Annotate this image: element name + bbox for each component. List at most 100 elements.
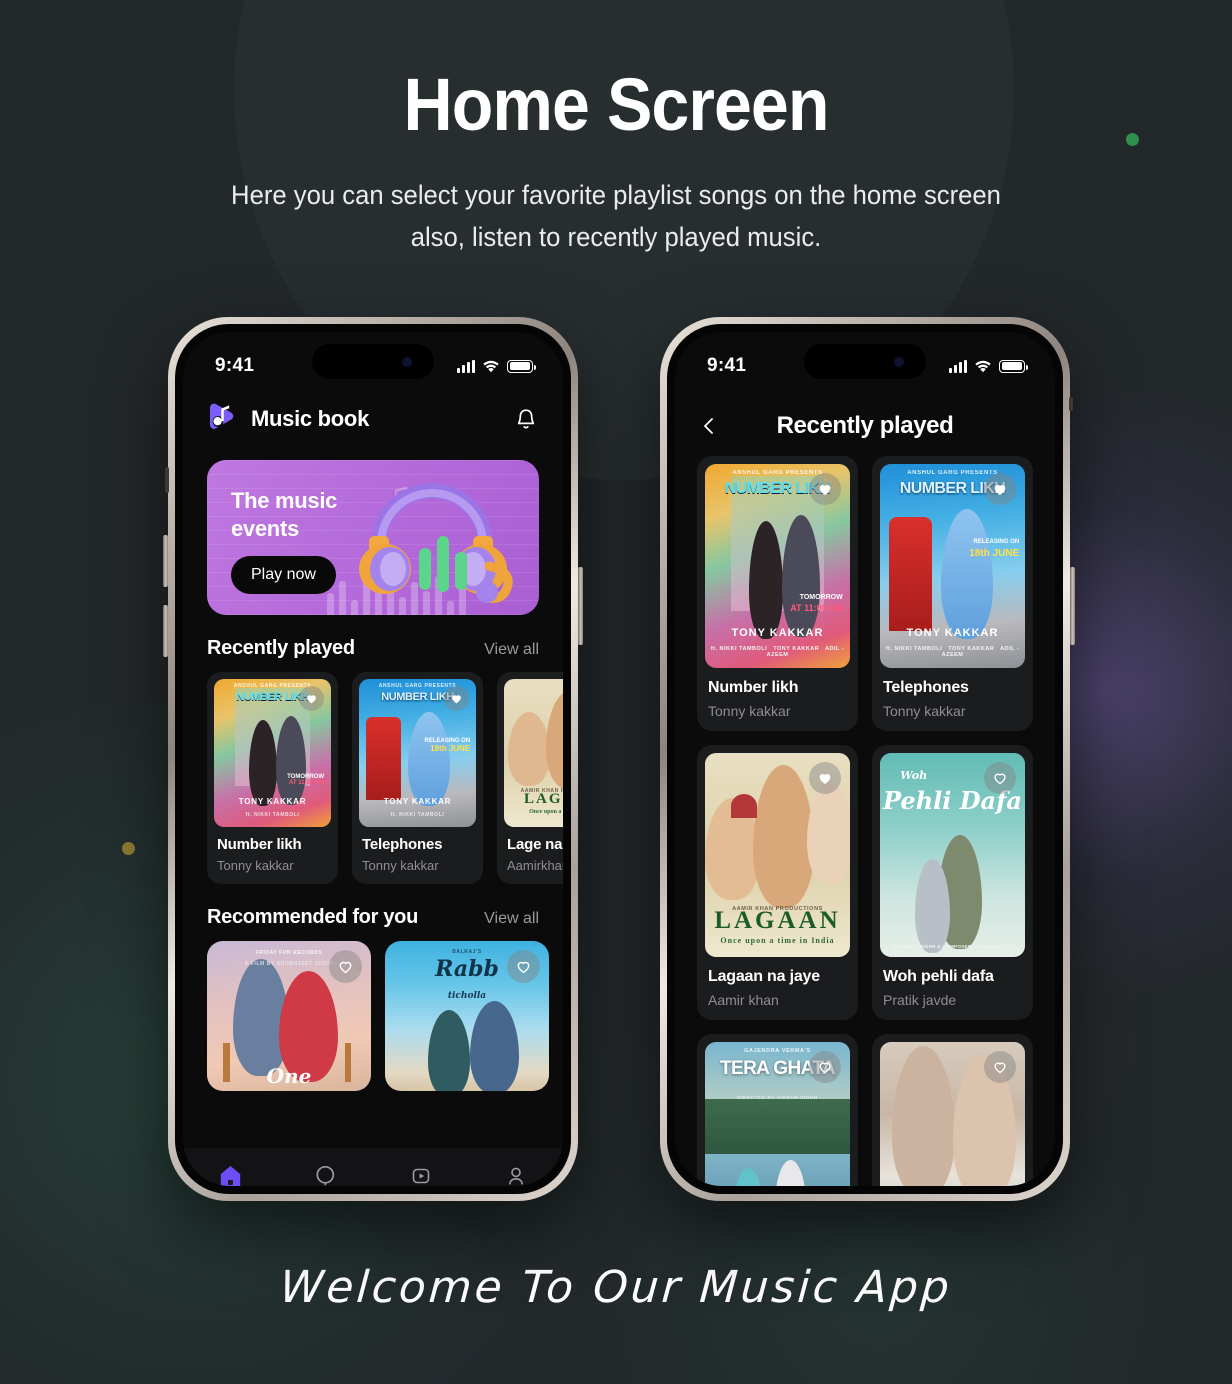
table-row[interactable]: Woh Pehli Dafa WRITER, SINGER & COMPOSER…	[872, 745, 1033, 1020]
status-time: 9:41	[707, 355, 747, 376]
bottom-tab-bar: Home Search My Libary	[183, 1148, 563, 1186]
page-title: Home Screen	[403, 63, 829, 146]
like-button[interactable]	[984, 762, 1016, 794]
song-title: Telephones	[883, 679, 969, 696]
like-button[interactable]	[329, 950, 362, 983]
album-art-number-likh: ANSHUL GARG PRESENTS NUMBER LIKH TONY KA…	[705, 464, 850, 668]
phone-mockup-recently-played: 9:41 Recently played ANSHUL GARG PRESENT…	[660, 317, 1075, 1201]
page-description: Here you can select your favorite playli…	[231, 180, 1001, 252]
album-art-ve-sohneya: PARAM SINGH'S VE SOHNEYA	[880, 1042, 1025, 1186]
like-button[interactable]	[299, 686, 324, 711]
section-header-recently-played: Recently played View all	[183, 615, 563, 660]
album-art-telephones: NUMBER LIKH ANSHUL GARG PRESENTS TONY KA…	[359, 679, 476, 827]
screen-header: Recently played	[675, 386, 1055, 444]
status-bar-right: 9:41	[675, 332, 1055, 386]
song-artist: Aamir khan	[708, 992, 779, 1008]
music-note-logo-icon	[207, 402, 238, 436]
volume-down-button-left[interactable]	[163, 605, 168, 657]
play-now-button[interactable]: Play now	[231, 556, 336, 594]
status-icons	[457, 359, 536, 373]
home-app-content: Music book ♫ The music events Play now R…	[183, 386, 563, 1186]
banner-title-line2: events	[231, 516, 299, 541]
power-button-right[interactable]	[1070, 567, 1075, 645]
battery-icon	[999, 359, 1028, 373]
like-button[interactable]	[809, 762, 841, 794]
list-item[interactable]: NUMBER LIKH ANSHUL GARG PRESENTS TONY KA…	[352, 672, 483, 884]
status-bar-left: 9:41	[183, 332, 563, 386]
song-artist: Tonny kakkar	[217, 858, 294, 873]
tab-my-library[interactable]: My Libary	[373, 1163, 468, 1186]
gold-accent-dot	[122, 842, 135, 855]
bell-icon[interactable]	[515, 407, 537, 431]
page-title: Recently played	[776, 412, 954, 439]
promo-banner[interactable]: ♫ The music events Play now	[207, 460, 539, 615]
like-button[interactable]	[444, 686, 469, 711]
recently-played-screen: 9:41 Recently played ANSHUL GARG PRESENT…	[675, 332, 1055, 1186]
table-row[interactable]: GAJENDRA VERMA'S TERA GHATA DIRECTED BY …	[697, 1034, 858, 1186]
headphones-3d-icon	[359, 483, 513, 603]
app-header: Music book	[183, 386, 563, 436]
banner-text: The music events Play now	[231, 487, 337, 594]
status-time: 9:41	[215, 355, 255, 376]
song-artist: Aamirkhan	[507, 858, 563, 873]
power-button-left[interactable]	[578, 567, 583, 645]
table-row[interactable]: ANSHUL GARG PRESENTS NUMBER LIKH TONY KA…	[872, 456, 1033, 731]
silent-switch-right[interactable]	[1069, 397, 1073, 411]
tab-home[interactable]: Home	[183, 1163, 278, 1186]
like-button[interactable]	[809, 473, 841, 505]
list-item[interactable]: LAGAAN Once upon a time in India AAMIR K…	[497, 672, 563, 884]
section-title: Recommended for you	[207, 906, 418, 928]
song-artist: Tonny kakkar	[708, 703, 791, 719]
status-icons	[949, 359, 1028, 373]
song-title: Woh pehli dafa	[883, 968, 994, 985]
song-title: Number likh	[217, 836, 302, 853]
list-item[interactable]: NUMBER LIKH ANSHUL GARG PRESENTS TONY KA…	[207, 672, 338, 884]
dynamic-island	[312, 344, 434, 379]
home-screen: 9:41 Music book ♫ The music events Play …	[183, 332, 563, 1186]
phone-bezel-left: 9:41 Music book ♫ The music events Play …	[175, 324, 571, 1194]
song-title: Telephones	[362, 836, 443, 853]
like-button[interactable]	[984, 1051, 1016, 1083]
poster-canvas: Home Screen Here you can select your fav…	[0, 0, 1232, 1384]
camera-lens-icon	[402, 356, 412, 367]
song-artist: Tonny kakkar	[362, 858, 439, 873]
search-icon	[314, 1163, 338, 1186]
wifi-icon	[975, 360, 991, 372]
silent-switch-left[interactable]	[165, 467, 169, 493]
recommended-carousel[interactable]: FRIDAY FUN RECORDS A FILM BY SHOBHJEET S…	[183, 929, 563, 1091]
camera-lens-icon	[894, 356, 904, 367]
view-all-recommended[interactable]: View all	[484, 910, 539, 928]
person-icon	[504, 1163, 528, 1186]
like-button[interactable]	[809, 1051, 841, 1083]
banner-title-line1: The music	[231, 488, 338, 513]
artwork-lagaan: LAGAAN Once upon a time in India AAMIR K…	[504, 679, 563, 827]
tab-search[interactable]: Search	[278, 1163, 373, 1186]
album-art-telephones: ANSHUL GARG PRESENTS NUMBER LIKH TONY KA…	[880, 464, 1025, 668]
song-title: Lage na jaye	[507, 836, 563, 853]
page-tagline: Welcome To Our Music App	[278, 1262, 954, 1313]
song-title: Number likh	[708, 679, 799, 696]
table-row[interactable]: ANSHUL GARG PRESENTS NUMBER LIKH TONY KA…	[697, 456, 858, 731]
table-row[interactable]: AAMIR KHAN PRODUCTIONS LAGAAN Once upon …	[697, 745, 858, 1020]
volume-up-button-left[interactable]	[163, 535, 168, 587]
recently-played-carousel[interactable]: NUMBER LIKH ANSHUL GARG PRESENTS TONY KA…	[183, 660, 563, 884]
recently-played-grid: ANSHUL GARG PRESENTS NUMBER LIKH TONY KA…	[675, 444, 1055, 1186]
tab-profile[interactable]: Profile	[468, 1163, 563, 1186]
table-row[interactable]: PARAM SINGH'S VE SOHNEYA Ve sohneya	[872, 1034, 1033, 1186]
recommended-card-one-de-love[interactable]: FRIDAY FUN RECORDS A FILM BY SHOBHJEET S…	[207, 941, 371, 1091]
home-icon	[218, 1163, 243, 1186]
cellular-bars-icon	[949, 359, 967, 373]
view-all-recently-played[interactable]: View all	[484, 641, 539, 659]
album-art-lagaan: AAMIR KHAN PRODUCTIONS LAGAAN Once upon …	[705, 753, 850, 957]
album-art-tera-ghata: GAJENDRA VERMA'S TERA GHATA DIRECTED BY …	[705, 1042, 850, 1186]
dynamic-island	[804, 344, 926, 379]
phone-mockup-home: 9:41 Music book ♫ The music events Play …	[163, 317, 583, 1201]
like-button[interactable]	[507, 950, 540, 983]
library-play-icon	[409, 1163, 433, 1186]
recommended-card-rabb[interactable]: BALRAJ'S Rabb ticholla	[385, 941, 549, 1091]
song-artist: Pratik javde	[883, 992, 957, 1008]
section-title: Recently played	[207, 637, 355, 659]
song-title: Lagaan na jaye	[708, 968, 820, 985]
song-artist: Tonny kakkar	[883, 703, 966, 719]
like-button[interactable]	[984, 473, 1016, 505]
